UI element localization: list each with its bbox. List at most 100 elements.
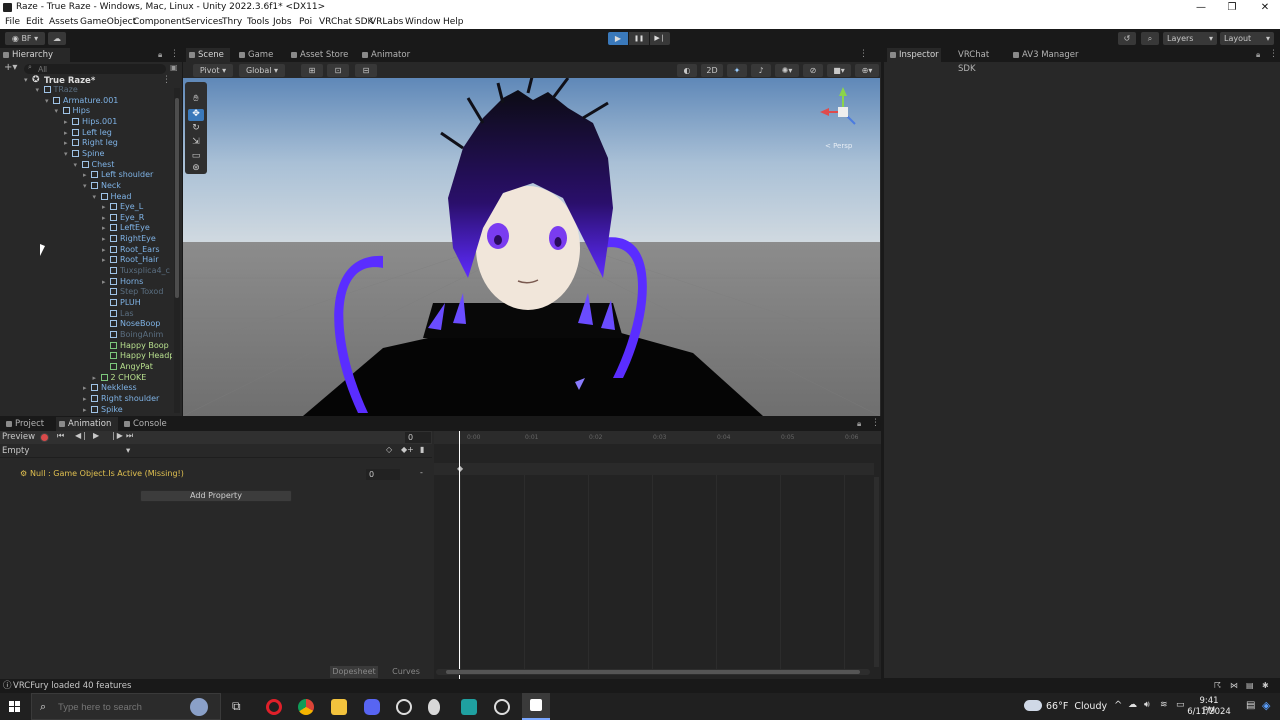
tab-animator[interactable]: Animator (359, 48, 415, 62)
menu-vrlabs[interactable]: VRLabs (370, 15, 403, 29)
hierarchy-item[interactable]: Step Toxod (102, 287, 163, 297)
lock-icon[interactable]: 🔒︎ (158, 50, 162, 60)
expand-arrow-icon[interactable]: ▾ (45, 96, 53, 106)
menu-assets[interactable]: Assets (49, 15, 78, 29)
hierarchy-item[interactable]: ▸ Eye_R (102, 213, 144, 223)
search-button[interactable]: ⌕ (1141, 32, 1159, 45)
dopesheet-button[interactable]: Dopesheet (330, 666, 378, 678)
volume-tray-icon[interactable]: 🔊︎ (1144, 700, 1150, 710)
status-message[interactable]: VRCFury loaded 40 features (13, 679, 131, 693)
kebab-menu-icon[interactable]: ⋮ (170, 49, 179, 59)
tab-scene[interactable]: Scene (186, 48, 230, 62)
2d-toggle[interactable]: 2D (701, 64, 723, 77)
hierarchy-item[interactable]: ▸ 2 CHOKE (93, 373, 147, 383)
collapse-arrow-icon[interactable]: ▸ (64, 117, 72, 127)
menu-window[interactable]: Window (405, 15, 441, 29)
hierarchy-item[interactable]: ▾ Head (93, 192, 132, 202)
kebab-menu-icon[interactable]: ⋮ (859, 49, 868, 59)
prev-frame-icon[interactable]: ◀❘ (75, 431, 88, 440)
pivot-dropdown[interactable]: Pivot ▾ (193, 64, 233, 77)
collapse-arrow-icon[interactable]: ▸ (83, 394, 91, 404)
close-button[interactable]: ✕ (1252, 0, 1278, 15)
menu-help[interactable]: Help (443, 15, 464, 29)
hierarchy-item[interactable]: ▸ RightEye (102, 234, 156, 244)
scene-orientation-gizmo[interactable]: < Persp (815, 84, 870, 150)
preview-toggle[interactable]: Preview (2, 432, 35, 442)
kebab-menu-icon[interactable]: ⋮ (871, 418, 880, 428)
audio-toggle[interactable]: ♪ (751, 64, 771, 77)
hierarchy-search-input[interactable] (38, 64, 158, 74)
gizmos-dropdown[interactable]: ⊕▾ (855, 64, 879, 77)
event-marker-icon[interactable]: ▮ (420, 445, 424, 454)
hierarchy-item[interactable]: PLUH (102, 298, 141, 308)
snap-increment-button[interactable]: ⊡ (327, 64, 349, 77)
clip-dropdown[interactable]: Empty ▾ (0, 445, 134, 457)
expand-arrow-icon[interactable]: ▾ (64, 149, 72, 159)
hierarchy-item[interactable]: AngyPat (102, 362, 153, 372)
menu-services[interactable]: Services (185, 15, 223, 29)
history-button[interactable]: ↺ (1118, 32, 1136, 45)
lock-icon[interactable]: 🔒︎ (1256, 50, 1260, 60)
playhead[interactable] (459, 431, 460, 679)
cc-app-icon[interactable] (461, 699, 477, 715)
hierarchy-item[interactable]: NoseBoop (102, 319, 160, 329)
timeline-ruler[interactable]: 0:00 0:01 0:02 0:03 0:04 0:05 0:06 (434, 431, 881, 444)
network-tray-icon[interactable]: ☁ (1128, 700, 1137, 710)
windows-start-icon[interactable] (9, 701, 21, 713)
menu-edit[interactable]: Edit (26, 15, 43, 29)
hierarchy-item[interactable]: ▸ Left shoulder (83, 170, 153, 180)
scene-viewport[interactable]: ✋︎ ✥ ↻ ⇲ ▭ ⊛ < Persp (183, 78, 880, 416)
menu-jobs[interactable]: Jobs (273, 15, 292, 29)
lighting-toggle[interactable]: ✦ (727, 64, 747, 77)
record-button[interactable] (40, 433, 49, 442)
wifi-tray-icon[interactable]: ≋ (1160, 700, 1168, 710)
pause-button[interactable]: ❚❚ (629, 32, 649, 45)
hierarchy-item[interactable]: ▸ Right shoulder (83, 394, 159, 404)
collapse-arrow-icon[interactable]: ▸ (102, 202, 110, 212)
network-icon[interactable]: ⋈ (1230, 679, 1238, 693)
tab-vrchat-sdk[interactable]: VRChat SDK (946, 48, 1008, 74)
frame-field[interactable]: 0 (405, 432, 431, 443)
rotate-tool-icon[interactable]: ↻ (188, 123, 204, 135)
expand-arrow-icon[interactable]: ▾ (83, 181, 91, 191)
hierarchy-item[interactable]: ▸ Left leg (64, 128, 112, 138)
debug-icon[interactable]: ✱ (1262, 679, 1269, 693)
layout-dropdown[interactable]: Layout ▾ (1220, 32, 1274, 45)
taskbar-search[interactable]: ⌕ (31, 693, 221, 720)
chrome-icon[interactable] (298, 699, 314, 715)
layers-dropdown[interactable]: Layers ▾ (1163, 32, 1217, 45)
discord-icon[interactable] (364, 699, 380, 715)
copilot-icon[interactable]: ◈ (1262, 699, 1270, 712)
file-explorer-icon[interactable] (331, 699, 347, 715)
ruler-button[interactable]: ⊟ (355, 64, 377, 77)
timeline-vscrollbar[interactable] (874, 477, 879, 667)
kebab-menu-icon[interactable]: ⋮ (1269, 49, 1278, 59)
hierarchy-item[interactable]: ▸ Root_Ears (102, 245, 160, 255)
add-event-icon[interactable]: ◆+ (401, 445, 414, 454)
play-anim-icon[interactable]: ▶ (93, 431, 99, 440)
hierarchy-item[interactable]: ▾ Armature.001 (45, 96, 118, 106)
tab-game[interactable]: Game (236, 48, 282, 62)
tab-asset-store[interactable]: Asset Store (288, 48, 354, 62)
hierarchy-item[interactable]: ▸ LeftEye (102, 223, 150, 233)
expand-arrow-icon[interactable]: ▾ (93, 192, 101, 202)
last-frame-icon[interactable]: ⏭︎ (126, 431, 133, 441)
camera-dropdown[interactable]: ■▾ (827, 64, 851, 77)
global-dropdown[interactable]: Global ▾ (239, 64, 285, 77)
add-property-button[interactable]: Add Property (140, 490, 292, 502)
hierarchy-item[interactable]: BoingAnim (102, 330, 163, 340)
collapse-arrow-icon[interactable]: ▸ (83, 405, 91, 415)
maximize-button[interactable]: ❐ (1219, 0, 1245, 15)
app-icon[interactable] (428, 699, 440, 715)
account-dropdown[interactable]: ◉ BF ▾ (5, 32, 45, 45)
hierarchy-item[interactable]: ▸ Root_Hair (102, 255, 159, 265)
kebab-menu-icon[interactable]: ⋮ (162, 75, 171, 85)
collapse-arrow-icon[interactable]: ▸ (102, 245, 110, 255)
scrollbar-thumb[interactable] (175, 98, 179, 298)
opera-icon[interactable] (266, 699, 282, 715)
hierarchy-item[interactable]: ▸ Nekkless (83, 383, 137, 393)
collapse-arrow-icon[interactable]: ▸ (102, 223, 110, 233)
menu-poi[interactable]: Poi (299, 15, 312, 29)
notification-icon[interactable]: ▤ (1246, 700, 1255, 711)
scale-tool-icon[interactable]: ⇲ (188, 137, 204, 149)
